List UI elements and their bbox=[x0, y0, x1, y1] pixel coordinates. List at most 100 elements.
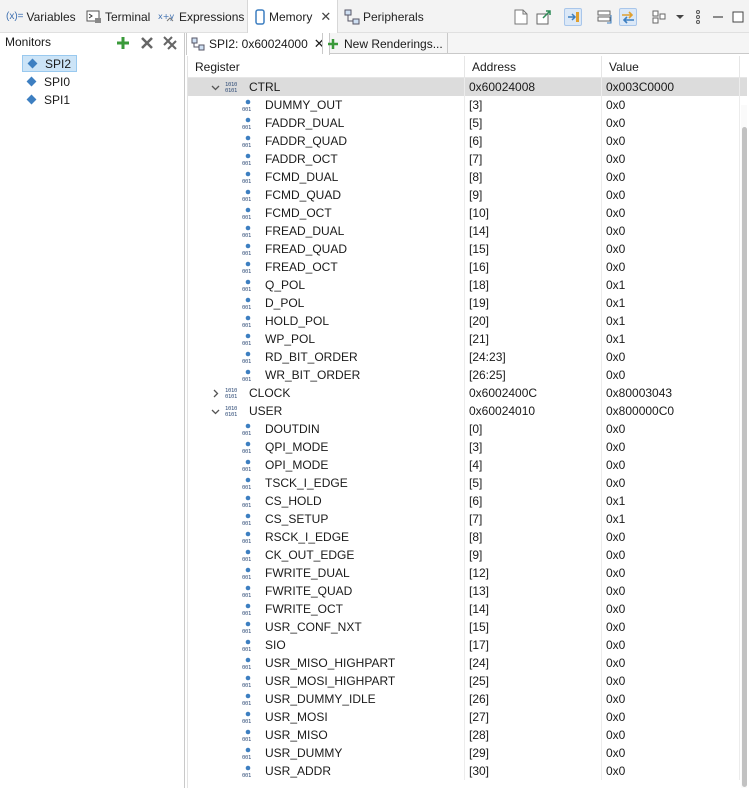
chevron-down-icon[interactable] bbox=[210, 82, 220, 92]
chevron-right-icon[interactable] bbox=[210, 388, 220, 398]
field-row[interactable]: 001 FCMD_QUAD [9] 0x0 bbox=[188, 186, 747, 204]
column-header-address[interactable]: Address bbox=[465, 56, 602, 78]
field-row[interactable]: 001 FREAD_OCT [16] 0x0 bbox=[188, 258, 747, 276]
value-cell[interactable]: 0x80003043 bbox=[602, 384, 740, 402]
value-cell[interactable]: 0x0 bbox=[602, 600, 740, 618]
field-row[interactable]: 001 USR_DUMMY [29] 0x0 bbox=[188, 744, 747, 762]
register-row[interactable]: 1010 0101 CLOCK 0x6002400C 0x80003043 bbox=[188, 384, 747, 402]
value-cell[interactable]: 0x0 bbox=[602, 222, 740, 240]
register-row[interactable]: 1010 0101 USER 0x60024010 0x800000C0 bbox=[188, 402, 747, 420]
maximize-icon[interactable] bbox=[729, 8, 747, 26]
value-cell[interactable]: 0x1 bbox=[602, 330, 740, 348]
value-cell[interactable]: 0x0 bbox=[602, 366, 740, 384]
value-cell[interactable]: 0x1 bbox=[602, 492, 740, 510]
field-row[interactable]: 001 USR_MOSI [27] 0x0 bbox=[188, 708, 747, 726]
field-row[interactable]: 001 FWRITE_DUAL [12] 0x0 bbox=[188, 564, 747, 582]
field-row[interactable]: 001 USR_MISO_HIGHPART [24] 0x0 bbox=[188, 654, 747, 672]
monitor-item-spi1[interactable]: SPI1 bbox=[22, 91, 75, 108]
field-row[interactable]: 001 Q_POL [18] 0x1 bbox=[188, 276, 747, 294]
value-cell[interactable]: 0x0 bbox=[602, 474, 740, 492]
value-cell[interactable]: 0x0 bbox=[602, 96, 740, 114]
field-row[interactable]: 001 FREAD_QUAD [15] 0x0 bbox=[188, 240, 747, 258]
field-row[interactable]: 001 FREAD_DUAL [14] 0x0 bbox=[188, 222, 747, 240]
value-cell[interactable]: 0x800000C0 bbox=[602, 402, 740, 420]
scrollbar-thumb[interactable] bbox=[742, 127, 747, 787]
register-row[interactable]: 1010 0101 CTRL 0x60024008 0x003C0000 bbox=[188, 78, 747, 96]
value-cell[interactable]: 0x0 bbox=[602, 348, 740, 366]
value-cell[interactable]: 0x003C0000 bbox=[602, 78, 740, 96]
field-row[interactable]: 001 CK_OUT_EDGE [9] 0x0 bbox=[188, 546, 747, 564]
value-cell[interactable]: 0x0 bbox=[602, 672, 740, 690]
more-options-icon[interactable] bbox=[689, 8, 707, 26]
value-cell[interactable]: 0x1 bbox=[602, 312, 740, 330]
field-row[interactable]: 001 DUMMY_OUT [3] 0x0 bbox=[188, 96, 747, 114]
minimize-icon[interactable] bbox=[709, 8, 727, 26]
field-row[interactable]: 001 FCMD_OCT [10] 0x0 bbox=[188, 204, 747, 222]
value-cell[interactable]: 0x0 bbox=[602, 546, 740, 564]
add-monitor-icon[interactable] bbox=[115, 35, 131, 51]
value-cell[interactable]: 0x1 bbox=[602, 276, 740, 294]
field-row[interactable]: 001 WR_BIT_ORDER [26:25] 0x0 bbox=[188, 366, 747, 384]
column-header-register[interactable]: Register bbox=[188, 56, 465, 78]
field-row[interactable]: 001 USR_ADDR [30] 0x0 bbox=[188, 762, 747, 780]
link-icon[interactable] bbox=[564, 8, 582, 26]
value-cell[interactable]: 0x1 bbox=[602, 510, 740, 528]
tab-new-renderings[interactable]: New Renderings... bbox=[322, 33, 448, 54]
tab-peripherals[interactable]: Peripherals bbox=[344, 0, 424, 33]
tab-memory[interactable]: Memory ✕ bbox=[247, 0, 339, 34]
sync-icon[interactable] bbox=[619, 8, 637, 26]
field-row[interactable]: 001 FADDR_OCT [7] 0x0 bbox=[188, 150, 747, 168]
field-row[interactable]: 001 DOUTDIN [0] 0x0 bbox=[188, 420, 747, 438]
value-cell[interactable]: 0x1 bbox=[602, 294, 740, 312]
field-row[interactable]: 001 USR_CONF_NXT [15] 0x0 bbox=[188, 618, 747, 636]
value-cell[interactable]: 0x0 bbox=[602, 708, 740, 726]
tab-expressions[interactable]: x+y Expressions bbox=[158, 0, 244, 33]
vertical-scrollbar[interactable] bbox=[741, 105, 747, 788]
export-icon[interactable] bbox=[535, 8, 553, 26]
tab-spi2-rendering[interactable]: SPI2: 0x60024000 ✕ bbox=[186, 33, 330, 55]
value-cell[interactable]: 0x0 bbox=[602, 132, 740, 150]
value-cell[interactable]: 0x0 bbox=[602, 726, 740, 744]
layout-icon[interactable] bbox=[651, 8, 669, 26]
value-cell[interactable]: 0x0 bbox=[602, 636, 740, 654]
value-cell[interactable]: 0x0 bbox=[602, 456, 740, 474]
field-row[interactable]: 001 SIO [17] 0x0 bbox=[188, 636, 747, 654]
monitor-item-spi2[interactable]: SPI2 bbox=[22, 55, 78, 72]
value-cell[interactable]: 0x0 bbox=[602, 168, 740, 186]
tab-terminal[interactable]: Terminal bbox=[86, 0, 150, 33]
value-cell[interactable]: 0x0 bbox=[602, 114, 740, 132]
remove-all-monitors-icon[interactable] bbox=[162, 35, 178, 51]
field-row[interactable]: 001 OPI_MODE [4] 0x0 bbox=[188, 456, 747, 474]
value-cell[interactable]: 0x0 bbox=[602, 528, 740, 546]
field-row[interactable]: 001 HOLD_POL [20] 0x1 bbox=[188, 312, 747, 330]
value-cell[interactable]: 0x0 bbox=[602, 744, 740, 762]
field-row[interactable]: 001 USR_MOSI_HIGHPART [25] 0x0 bbox=[188, 672, 747, 690]
field-row[interactable]: 001 USR_MISO [28] 0x0 bbox=[188, 726, 747, 744]
field-row[interactable]: 001 FCMD_DUAL [8] 0x0 bbox=[188, 168, 747, 186]
field-row[interactable]: 001 FWRITE_QUAD [13] 0x0 bbox=[188, 582, 747, 600]
chevron-down-icon[interactable] bbox=[671, 8, 689, 26]
value-cell[interactable]: 0x0 bbox=[602, 258, 740, 276]
close-icon[interactable]: ✕ bbox=[320, 9, 331, 25]
chevron-down-icon[interactable] bbox=[210, 406, 220, 416]
tab-variables[interactable]: (x)= Variables bbox=[6, 0, 76, 33]
field-row[interactable]: 001 CS_HOLD [6] 0x1 bbox=[188, 492, 747, 510]
field-row[interactable]: 001 FWRITE_OCT [14] 0x0 bbox=[188, 600, 747, 618]
field-row[interactable]: 001 RD_BIT_ORDER [24:23] 0x0 bbox=[188, 348, 747, 366]
value-cell[interactable]: 0x0 bbox=[602, 582, 740, 600]
field-row[interactable]: 001 WP_POL [21] 0x1 bbox=[188, 330, 747, 348]
value-cell[interactable]: 0x0 bbox=[602, 762, 740, 780]
field-row[interactable]: 001 D_POL [19] 0x1 bbox=[188, 294, 747, 312]
field-row[interactable]: 001 CS_SETUP [7] 0x1 bbox=[188, 510, 747, 528]
field-row[interactable]: 001 QPI_MODE [3] 0x0 bbox=[188, 438, 747, 456]
value-cell[interactable]: 0x0 bbox=[602, 618, 740, 636]
value-cell[interactable]: 0x0 bbox=[602, 690, 740, 708]
field-row[interactable]: 001 FADDR_QUAD [6] 0x0 bbox=[188, 132, 747, 150]
value-cell[interactable]: 0x0 bbox=[602, 150, 740, 168]
value-cell[interactable]: 0x0 bbox=[602, 420, 740, 438]
monitor-item-spi0[interactable]: SPI0 bbox=[22, 73, 75, 90]
value-cell[interactable]: 0x0 bbox=[602, 564, 740, 582]
new-document-icon[interactable] bbox=[512, 8, 530, 26]
field-row[interactable]: 001 USR_DUMMY_IDLE [26] 0x0 bbox=[188, 690, 747, 708]
value-cell[interactable]: 0x0 bbox=[602, 186, 740, 204]
